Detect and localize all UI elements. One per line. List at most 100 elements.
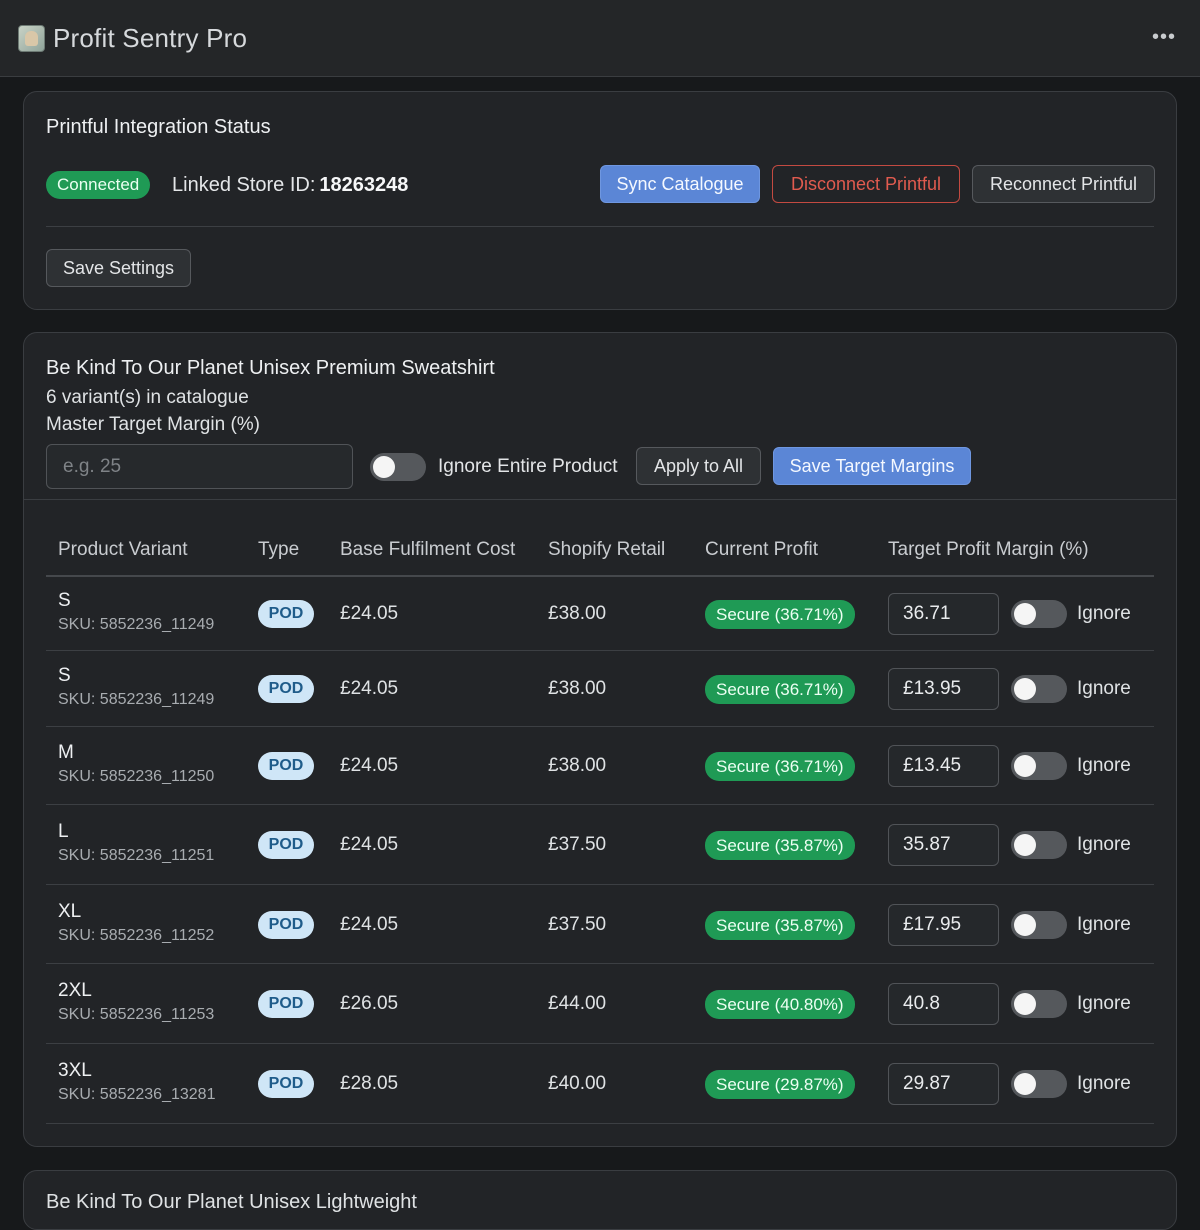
toggle-knob: [1014, 993, 1036, 1015]
target-margin-input[interactable]: [888, 668, 999, 710]
ignore-variant-toggle[interactable]: [1011, 600, 1067, 628]
shopify-retail: £38.00: [548, 603, 607, 624]
ignore-variant-toggle[interactable]: [1011, 911, 1067, 939]
row-divider: [46, 1123, 1154, 1124]
target-margin-input[interactable]: [888, 1063, 999, 1105]
apply-to-all-button[interactable]: Apply to All: [636, 447, 761, 485]
toggle-knob: [1014, 834, 1036, 856]
sync-catalogue-button[interactable]: Sync Catalogue: [600, 165, 760, 203]
type-badge: POD: [258, 911, 314, 939]
ignore-variant-label: Ignore: [1077, 755, 1131, 776]
save-settings-button[interactable]: Save Settings: [46, 249, 191, 287]
toggle-knob: [373, 456, 395, 478]
column-header-retail: Shopify Retail: [548, 539, 666, 560]
ignore-variant-label: Ignore: [1077, 603, 1131, 624]
base-fulfilment-cost: £24.05: [340, 603, 399, 624]
toggle-knob: [1014, 1073, 1036, 1095]
ignore-product-label: Ignore Entire Product: [438, 456, 618, 477]
variant-size: S: [58, 590, 71, 611]
variant-count: 6 variant(s) in catalogue: [46, 387, 249, 408]
variant-sku: SKU: 5852236_11253: [58, 1006, 215, 1023]
base-fulfilment-cost: £24.05: [340, 834, 399, 855]
table-row: 3XL SKU: 5852236_13281 POD £28.05 £40.00 Secu…: [46, 1044, 1154, 1124]
target-margin-input[interactable]: [888, 824, 999, 866]
ignore-variant-label: Ignore: [1077, 834, 1131, 855]
table-row: L SKU: 5852236_11251 POD £24.05 £37.50 Secure…: [46, 805, 1154, 885]
ignore-variant-label: Ignore: [1077, 1073, 1131, 1094]
column-header-current-profit: Current Profit: [705, 539, 818, 560]
shopify-retail: £37.50: [548, 834, 607, 855]
base-fulfilment-cost: £26.05: [340, 993, 399, 1014]
type-badge: POD: [258, 600, 314, 628]
variant-size: M: [58, 742, 74, 763]
save-target-margins-button[interactable]: Save Target Margins: [773, 447, 971, 485]
ignore-variant-toggle[interactable]: [1011, 675, 1067, 703]
variant-size: 3XL: [58, 1060, 92, 1081]
store-id-value: 18263248: [319, 174, 409, 196]
type-badge: POD: [258, 990, 314, 1018]
current-profit-badge: Secure (35.87%): [705, 831, 855, 860]
column-header-target-margin: Target Profit Margin (%): [888, 539, 1089, 560]
base-fulfilment-cost: £24.05: [340, 914, 399, 935]
more-options-icon[interactable]: •••: [1152, 26, 1176, 49]
product-header-divider: [24, 499, 1176, 500]
table-row: M SKU: 5852236_11250 POD £24.05 £38.00 Secure…: [46, 727, 1154, 805]
ignore-variant-toggle[interactable]: [1011, 1070, 1067, 1098]
store-id-label: Linked Store ID:: [172, 174, 316, 196]
current-profit-badge: Secure (35.87%): [705, 911, 855, 940]
type-badge: POD: [258, 752, 314, 780]
app-header: Profit Sentry Pro •••: [0, 0, 1200, 77]
target-margin-input[interactable]: [888, 983, 999, 1025]
current-profit-badge: Secure (40.80%): [705, 990, 855, 1019]
target-margin-input[interactable]: [888, 593, 999, 635]
shopify-retail: £44.00: [548, 993, 607, 1014]
table-row: 2XL SKU: 5852236_11253 POD £26.05 £44.00 Secu…: [46, 964, 1154, 1044]
ignore-variant-toggle[interactable]: [1011, 990, 1067, 1018]
target-margin-input[interactable]: [888, 904, 999, 946]
integration-divider: [46, 226, 1154, 227]
integration-title: Printful Integration Status: [46, 116, 271, 138]
next-product-card: Be Kind To Our Planet Unisex Lightweight: [23, 1170, 1177, 1230]
master-margin-input[interactable]: [46, 444, 353, 489]
toggle-knob: [1014, 755, 1036, 777]
ignore-variant-toggle[interactable]: [1011, 752, 1067, 780]
product-title: Be Kind To Our Planet Unisex Premium Swe…: [46, 357, 495, 379]
column-header-base-cost: Base Fulfilment Cost: [340, 539, 516, 560]
variant-size: S: [58, 665, 71, 686]
shopify-retail: £37.50: [548, 914, 607, 935]
app-title: Profit Sentry Pro: [53, 22, 248, 53]
shopify-retail: £40.00: [548, 1073, 607, 1094]
variant-sku: SKU: 5852236_11249: [58, 691, 215, 708]
connection-status-badge: Connected: [46, 171, 151, 199]
reconnect-printful-button[interactable]: Reconnect Printful: [972, 165, 1155, 203]
type-badge: POD: [258, 831, 314, 859]
toggle-knob: [1014, 678, 1036, 700]
ignore-variant-toggle[interactable]: [1011, 831, 1067, 859]
target-margin-input[interactable]: [888, 745, 999, 787]
column-header-variant: Product Variant: [58, 539, 188, 560]
ignore-variant-label: Ignore: [1077, 678, 1131, 699]
variant-size: L: [58, 821, 69, 842]
app-logo-icon: [18, 24, 45, 52]
base-fulfilment-cost: £28.05: [340, 1073, 399, 1094]
variant-sku: SKU: 5852236_11249: [58, 616, 215, 633]
base-fulfilment-cost: £24.05: [340, 678, 399, 699]
disconnect-printful-button[interactable]: Disconnect Printful: [772, 165, 960, 203]
variant-size: XL: [58, 901, 82, 922]
product-card: Be Kind To Our Planet Unisex Premium Swe…: [23, 332, 1177, 1147]
column-header-type: Type: [258, 539, 300, 560]
type-badge: POD: [258, 675, 314, 703]
variant-sku: SKU: 5852236_13281: [58, 1086, 216, 1103]
variant-size: 2XL: [58, 980, 92, 1001]
current-profit-badge: Secure (29.87%): [705, 1070, 855, 1099]
master-margin-label: Master Target Margin (%): [46, 414, 260, 435]
table-row: XL SKU: 5852236_11252 POD £24.05 £37.50 Secur…: [46, 885, 1154, 964]
current-profit-badge: Secure (36.71%): [705, 600, 855, 629]
current-profit-badge: Secure (36.71%): [705, 675, 855, 704]
base-fulfilment-cost: £24.05: [340, 755, 399, 776]
toggle-knob: [1014, 603, 1036, 625]
table-row: S SKU: 5852236_11249 POD £24.05 £38.00 Secure…: [46, 651, 1154, 727]
current-profit-badge: Secure (36.71%): [705, 752, 855, 781]
shopify-retail: £38.00: [548, 678, 607, 699]
ignore-product-toggle[interactable]: [370, 453, 426, 481]
